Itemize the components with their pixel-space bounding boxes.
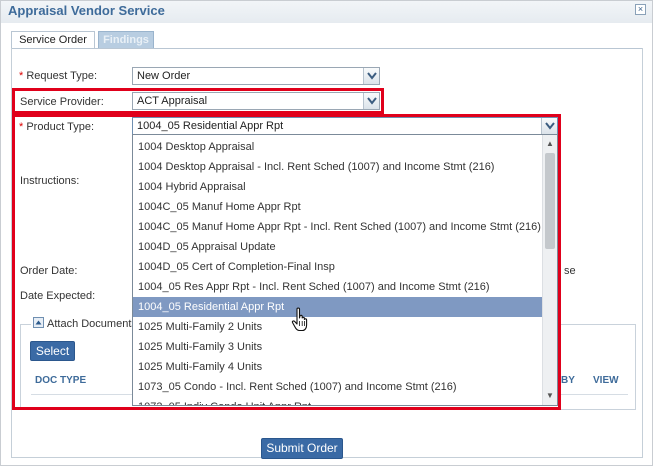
service-provider-label: Service Provider: [20, 96, 104, 108]
chevron-down-icon[interactable] [541, 118, 557, 134]
required-mark: * [19, 70, 24, 82]
chevron-down-icon[interactable] [363, 68, 379, 84]
appraisal-vendor-service-window: Appraisal Vendor Service × Service Order… [0, 0, 653, 466]
request-type-label-text: Request Type: [26, 70, 98, 82]
window-title: Appraisal Vendor Service [8, 3, 165, 18]
attach-documents-legend[interactable]: Attach Documents [31, 317, 139, 330]
dropdown-option[interactable]: 1004_05 Res Appr Rpt - Incl. Rent Sched … [133, 277, 543, 297]
product-type-label: * Product Type: [19, 121, 94, 133]
column-view[interactable]: VIEW [593, 375, 619, 386]
dropdown-option[interactable]: 1025 Multi-Family 2 Units [133, 317, 543, 337]
instructions-label: Instructions: [20, 175, 80, 187]
service-provider-value: ACT Appraisal [137, 95, 208, 107]
tab-service-order[interactable]: Service Order [11, 31, 95, 49]
product-type-dropdown-list[interactable]: 1004 Desktop Appraisal 1004 Desktop Appra… [132, 134, 558, 406]
dropdown-option[interactable]: 1004D_05 Cert of Completion-Final Insp [133, 257, 543, 277]
partial-label: se [564, 265, 576, 277]
column-doc-type[interactable]: DOC TYPE [35, 375, 86, 386]
service-provider-select[interactable]: ACT Appraisal [132, 92, 380, 110]
dropdown-option[interactable]: 1004 Desktop Appraisal - Incl. Rent Sche… [133, 157, 543, 177]
hand-cursor-icon [291, 307, 308, 332]
close-icon[interactable]: × [635, 4, 646, 15]
required-mark: * [19, 121, 24, 133]
tab-findings[interactable]: Findings [98, 31, 154, 49]
dropdown-option[interactable]: 1004C_05 Manuf Home Appr Rpt - Incl. Ren… [133, 217, 543, 237]
column-by[interactable]: BY [561, 375, 575, 386]
dropdown-option[interactable]: 1004 Desktop Appraisal [133, 137, 543, 157]
date-expected-label: Date Expected: [20, 290, 96, 302]
dropdown-option[interactable]: 1025 Multi-Family 3 Units [133, 337, 543, 357]
dropdown-option[interactable]: 1004D_05 Appraisal Update [133, 237, 543, 257]
dropdown-option[interactable]: 1073_05 Condo - Incl. Rent Sched (1007) … [133, 377, 543, 397]
product-type-select[interactable]: 1004_05 Residential Appr Rpt [132, 117, 558, 135]
dropdown-option[interactable]: 1004 Hybrid Appraisal [133, 177, 543, 197]
request-type-select[interactable]: New Order [132, 67, 380, 85]
chevron-down-icon[interactable] [363, 93, 379, 109]
dropdown-option[interactable]: 1073_05 Indiv Condo Unit Appr Rpt [133, 397, 543, 405]
dropdown-option[interactable]: 1025 Multi-Family 4 Units [133, 357, 543, 377]
scroll-thumb[interactable] [545, 153, 555, 249]
request-type-label: * Request Type: [19, 70, 97, 82]
scroll-down-icon[interactable]: ▼ [543, 389, 557, 403]
dropdown-option[interactable]: 1004_05 Residential Appr Rpt [133, 297, 543, 317]
request-type-value: New Order [137, 70, 191, 82]
product-type-value: 1004_05 Residential Appr Rpt [137, 120, 284, 132]
dropdown-scrollbar[interactable]: ▲ ▼ [542, 135, 557, 405]
product-type-label-text: Product Type: [26, 121, 95, 133]
select-button[interactable]: Select [30, 341, 75, 361]
order-date-label: Order Date: [20, 265, 78, 277]
title-bar: Appraisal Vendor Service × [1, 1, 652, 23]
collapse-icon[interactable] [33, 317, 44, 328]
dropdown-option[interactable]: 1004C_05 Manuf Home Appr Rpt [133, 197, 543, 217]
submit-order-button[interactable]: Submit Order [261, 438, 343, 459]
attach-documents-label: Attach Documents [47, 318, 137, 330]
scroll-up-icon[interactable]: ▲ [543, 137, 557, 151]
